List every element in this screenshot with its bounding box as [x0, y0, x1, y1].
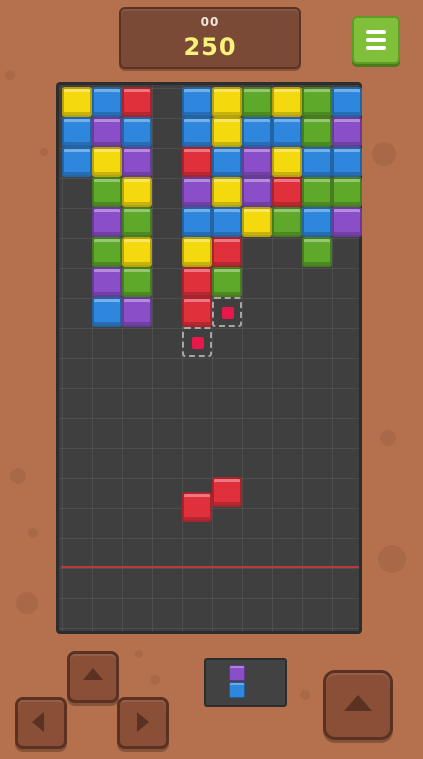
triangle-up-icon — [344, 695, 372, 711]
hamburger-icon-bar — [366, 38, 386, 42]
block-yellow — [122, 177, 152, 207]
block-yellow — [182, 237, 212, 267]
block-blue — [212, 147, 242, 177]
block-blue — [92, 297, 122, 327]
block-red — [122, 87, 152, 117]
background-speckle — [28, 528, 38, 538]
background-speckle — [380, 430, 396, 446]
background-speckle — [5, 70, 15, 80]
block-red — [212, 237, 242, 267]
block-purple — [92, 207, 122, 237]
ghost-landing-cell — [182, 327, 212, 357]
triangle-up-icon — [83, 668, 103, 680]
menu-button[interactable] — [352, 16, 400, 64]
block-blue — [212, 207, 242, 237]
ghost-marker — [222, 307, 234, 319]
move-left-button[interactable] — [15, 697, 67, 749]
block-red — [182, 297, 212, 327]
background-speckle — [378, 545, 406, 573]
current-score: 250 — [183, 33, 237, 61]
block-blue — [62, 117, 92, 147]
falling-block-red — [212, 477, 242, 507]
block-purple — [92, 267, 122, 297]
block-green — [302, 237, 332, 267]
block-green — [302, 87, 332, 117]
block-purple — [242, 177, 272, 207]
background-speckle — [150, 675, 160, 685]
block-green — [242, 87, 272, 117]
block-blue — [182, 207, 212, 237]
background-speckle — [16, 592, 38, 614]
danger-limit-line — [61, 566, 359, 568]
block-red — [182, 267, 212, 297]
block-green — [272, 207, 302, 237]
background-speckle — [135, 650, 143, 658]
score-panel: 00 250 — [119, 7, 301, 69]
block-green — [92, 177, 122, 207]
block-green — [332, 177, 362, 207]
best-score: 00 — [200, 15, 220, 29]
block-yellow — [272, 87, 302, 117]
hamburger-icon-bar — [366, 30, 386, 34]
block-green — [212, 267, 242, 297]
block-green — [92, 237, 122, 267]
block-green — [122, 207, 152, 237]
block-blue — [242, 117, 272, 147]
hamburger-icon-bar — [366, 46, 386, 50]
block-purple — [182, 177, 212, 207]
background-speckle — [300, 690, 310, 700]
background-speckle — [372, 142, 396, 166]
block-purple — [332, 207, 362, 237]
block-yellow — [92, 147, 122, 177]
block-yellow — [242, 207, 272, 237]
triangle-left-icon — [32, 712, 44, 732]
block-red — [272, 177, 302, 207]
next-piece-preview — [204, 658, 287, 707]
game-board — [56, 82, 362, 634]
block-purple — [122, 147, 152, 177]
block-purple — [332, 117, 362, 147]
move-right-button[interactable] — [117, 697, 169, 749]
block-blue — [332, 147, 362, 177]
drop-button[interactable] — [323, 670, 393, 740]
block-blue — [122, 117, 152, 147]
block-green — [302, 117, 332, 147]
block-blue — [62, 147, 92, 177]
ghost-landing-cell — [212, 297, 242, 327]
triangle-right-icon — [137, 712, 149, 732]
block-yellow — [212, 177, 242, 207]
falling-block-red — [182, 492, 212, 522]
block-blue — [272, 117, 302, 147]
ghost-marker — [192, 337, 204, 349]
block-purple — [242, 147, 272, 177]
next-piece-bottom-block — [229, 682, 245, 698]
block-yellow — [62, 87, 92, 117]
background-speckle — [40, 148, 48, 156]
next-piece-top-block — [229, 665, 245, 681]
block-yellow — [272, 147, 302, 177]
block-yellow — [122, 237, 152, 267]
block-blue — [302, 147, 332, 177]
rotate-up-button[interactable] — [67, 651, 119, 703]
block-red — [182, 147, 212, 177]
block-green — [302, 177, 332, 207]
block-blue — [302, 207, 332, 237]
background-speckle — [10, 468, 26, 484]
block-blue — [182, 87, 212, 117]
block-green — [122, 267, 152, 297]
block-yellow — [212, 117, 242, 147]
block-purple — [122, 297, 152, 327]
block-blue — [182, 117, 212, 147]
block-blue — [92, 87, 122, 117]
block-purple — [92, 117, 122, 147]
block-yellow — [212, 87, 242, 117]
block-blue — [332, 87, 362, 117]
